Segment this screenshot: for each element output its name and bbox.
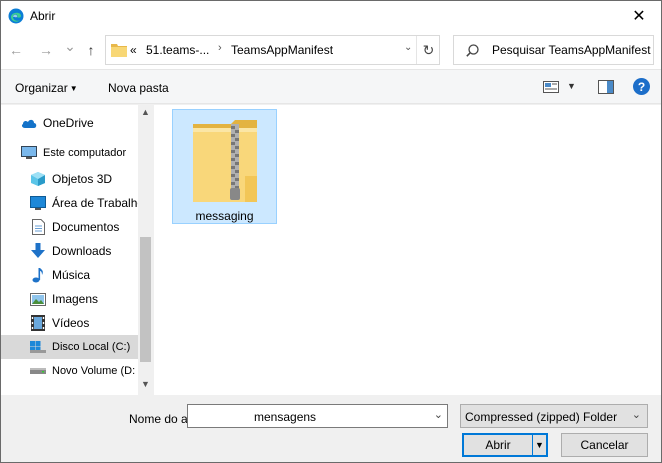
file-item-messaging[interactable]: messaging	[172, 109, 277, 224]
sidebar-item-downloads[interactable]: Downloads	[1, 239, 138, 263]
title-bar: Abrir ✕	[1, 1, 661, 31]
download-icon	[30, 243, 46, 259]
search-input[interactable]: Pesquisar TeamsAppManifest	[492, 43, 651, 57]
window-title: Abrir	[30, 9, 56, 23]
preview-pane-icon[interactable]	[598, 80, 614, 94]
sidebar-item-label: Novo Volume (D:	[52, 365, 136, 377]
cube-icon	[30, 171, 46, 187]
organize-label: Organizar	[15, 81, 68, 95]
scroll-up-icon[interactable]: ▲	[138, 107, 153, 121]
arrow-left-icon: ←	[9, 42, 23, 58]
open-file-dialog: Abrir ✕ ← → ⌄ ↑ « 51.teams-... › TeamsAp…	[0, 0, 662, 463]
file-name-label: messaging	[195, 209, 254, 223]
scroll-down-icon[interactable]: ▼	[138, 379, 153, 393]
arrow-right-icon: →	[39, 42, 53, 58]
new-folder-label: Nova pasta	[108, 81, 169, 95]
dialog-footer: Nome do arquivo: mensagens ⌄ Compressed …	[1, 395, 661, 462]
sidebar-item-label: OneDrive	[43, 116, 94, 130]
refresh-icon: ↻	[422, 41, 435, 58]
cloud-icon	[21, 115, 37, 131]
sidebar-item-label: Este computador	[43, 147, 127, 159]
address-bar[interactable]: « 51.teams-... › TeamsAppManifest ⌄ ↻	[105, 35, 440, 65]
chevron-down-icon[interactable]: ⌄	[404, 42, 412, 53]
breadcrumb-overflow[interactable]: «	[130, 43, 137, 57]
close-icon: ✕	[632, 8, 646, 25]
video-icon	[30, 315, 46, 331]
sidebar-item-label: Vídeos	[52, 316, 90, 330]
help-icon[interactable]: ?	[633, 78, 650, 95]
new-folder-button[interactable]: Nova pasta	[108, 81, 169, 95]
drive-icon	[30, 363, 46, 379]
sidebar-item-music[interactable]: Música	[1, 263, 138, 287]
open-options-button[interactable]: ▼	[532, 433, 548, 457]
arrow-up-icon: ↑	[87, 42, 95, 58]
drive-icon	[30, 339, 46, 355]
chevron-down-icon: ⌄	[64, 37, 76, 54]
organize-button[interactable]: Organizar ▼	[15, 81, 78, 95]
caret-down-icon: ▼	[69, 84, 78, 93]
view-options-icon[interactable]	[543, 81, 559, 93]
command-toolbar: Organizar ▼ Nova pasta ▼ ?	[1, 69, 661, 104]
sidebar-item-documents[interactable]: Documentos	[1, 215, 138, 239]
back-button[interactable]: ←	[7, 41, 25, 59]
open-button[interactable]: Abrir	[462, 433, 534, 457]
navigation-pane: OneDrive Este computador Objetos 3D Área…	[1, 105, 153, 395]
forward-button[interactable]: →	[37, 41, 55, 59]
filename-value: mensagens	[254, 410, 317, 424]
sidebar-scrollbar[interactable]: ▲ ▼	[138, 105, 153, 395]
document-icon	[30, 219, 46, 235]
recent-locations-button[interactable]: ⌄	[61, 37, 79, 55]
sidebar-item-local-disk-c[interactable]: Disco Local (C:)	[1, 335, 138, 359]
sidebar-item-videos[interactable]: Vídeos	[1, 311, 138, 335]
sidebar-item-label: Objetos 3D	[52, 172, 113, 186]
caret-down-icon: ▼	[535, 440, 544, 450]
navigation-bar: ← → ⌄ ↑ « 51.teams-... › TeamsAppManifes…	[1, 31, 661, 69]
sidebar-item-onedrive[interactable]: OneDrive	[1, 111, 138, 135]
file-type-value: Compressed (zipped) Folder	[465, 410, 618, 424]
sidebar-item-label: Área de Trabalho	[52, 196, 138, 210]
desktop-icon	[30, 195, 46, 211]
file-list: messaging	[154, 105, 661, 395]
edge-browser-icon	[8, 8, 24, 24]
close-button[interactable]: ✕	[617, 1, 661, 31]
chevron-down-icon: ⌄	[631, 409, 641, 421]
search-box[interactable]: Pesquisar TeamsAppManifest	[453, 35, 654, 65]
zip-folder-icon	[193, 120, 257, 202]
folder-icon	[111, 44, 127, 57]
computer-icon	[21, 145, 37, 161]
cancel-button[interactable]: Cancelar	[561, 433, 648, 457]
file-type-select[interactable]: Compressed (zipped) Folder ⌄	[460, 404, 648, 428]
sidebar-item-label: Documentos	[52, 220, 120, 234]
filename-field[interactable]: mensagens ⌄	[187, 404, 448, 428]
view-dropdown-icon[interactable]: ▼	[567, 81, 576, 91]
sidebar-item-3d-objects[interactable]: Objetos 3D	[1, 167, 138, 191]
refresh-button[interactable]: ↻	[416, 36, 440, 64]
scrollbar-thumb[interactable]	[140, 237, 151, 362]
breadcrumb-item[interactable]: TeamsAppManifest	[231, 43, 333, 57]
music-icon	[30, 267, 46, 283]
sidebar-item-label: Disco Local (C:)	[52, 341, 131, 353]
sidebar-item-desktop[interactable]: Área de Trabalho	[1, 191, 138, 215]
breadcrumb-item[interactable]: 51.teams-...	[146, 43, 209, 57]
sidebar-item-pictures[interactable]: Imagens	[1, 287, 138, 311]
image-icon	[30, 291, 46, 307]
up-button[interactable]: ↑	[82, 41, 100, 59]
breadcrumb-separator-icon[interactable]: ›	[218, 42, 222, 54]
sidebar-item-label: Downloads	[52, 244, 112, 258]
sidebar-item-this-pc[interactable]: Este computador	[1, 141, 138, 165]
chevron-down-icon[interactable]: ⌄	[434, 408, 443, 421]
search-icon	[466, 44, 479, 57]
sidebar-item-label: Imagens	[52, 292, 99, 306]
sidebar-item-label: Música	[52, 268, 91, 282]
sidebar-item-new-volume-d[interactable]: Novo Volume (D:	[1, 359, 138, 383]
